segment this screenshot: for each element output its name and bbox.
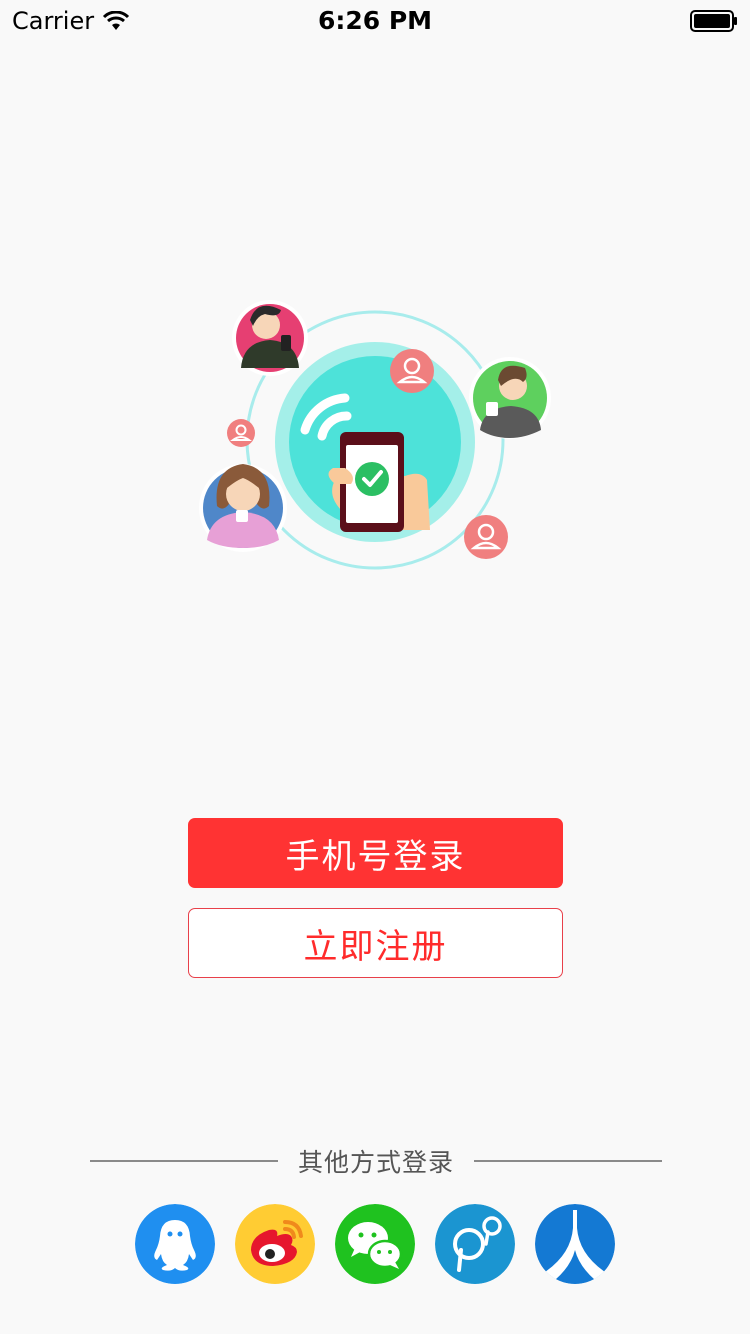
register-button[interactable]: 立即注册 (188, 908, 563, 978)
social-login-row (135, 1204, 615, 1284)
qq-penguin-icon (135, 1204, 215, 1284)
phone-login-label: 手机号登录 (285, 836, 466, 877)
other-login-divider: 其他方式登录 (90, 1140, 662, 1182)
renren-login-button[interactable] (535, 1204, 615, 1284)
status-bar: Carrier 6:26 PM (0, 0, 750, 40)
divider-line-left (90, 1160, 278, 1162)
wechat-icon (335, 1204, 415, 1284)
divider-line-right (473, 1160, 662, 1162)
phone-login-button[interactable]: 手机号登录 (188, 818, 563, 888)
wechat-login-button[interactable] (335, 1204, 415, 1284)
weibo-login-button[interactable] (235, 1204, 315, 1284)
register-label: 立即注册 (303, 926, 448, 967)
status-time: 6:26 PM (317, 6, 433, 35)
renren-icon (535, 1204, 615, 1284)
qq-login-button[interactable] (135, 1204, 215, 1284)
weibo-icon (235, 1204, 315, 1284)
battery-icon (690, 10, 737, 32)
hero-illustration (199, 300, 551, 570)
other-login-label: 其他方式登录 (297, 1148, 454, 1177)
pp-icon (435, 1204, 515, 1284)
pp-login-button[interactable] (435, 1204, 515, 1284)
